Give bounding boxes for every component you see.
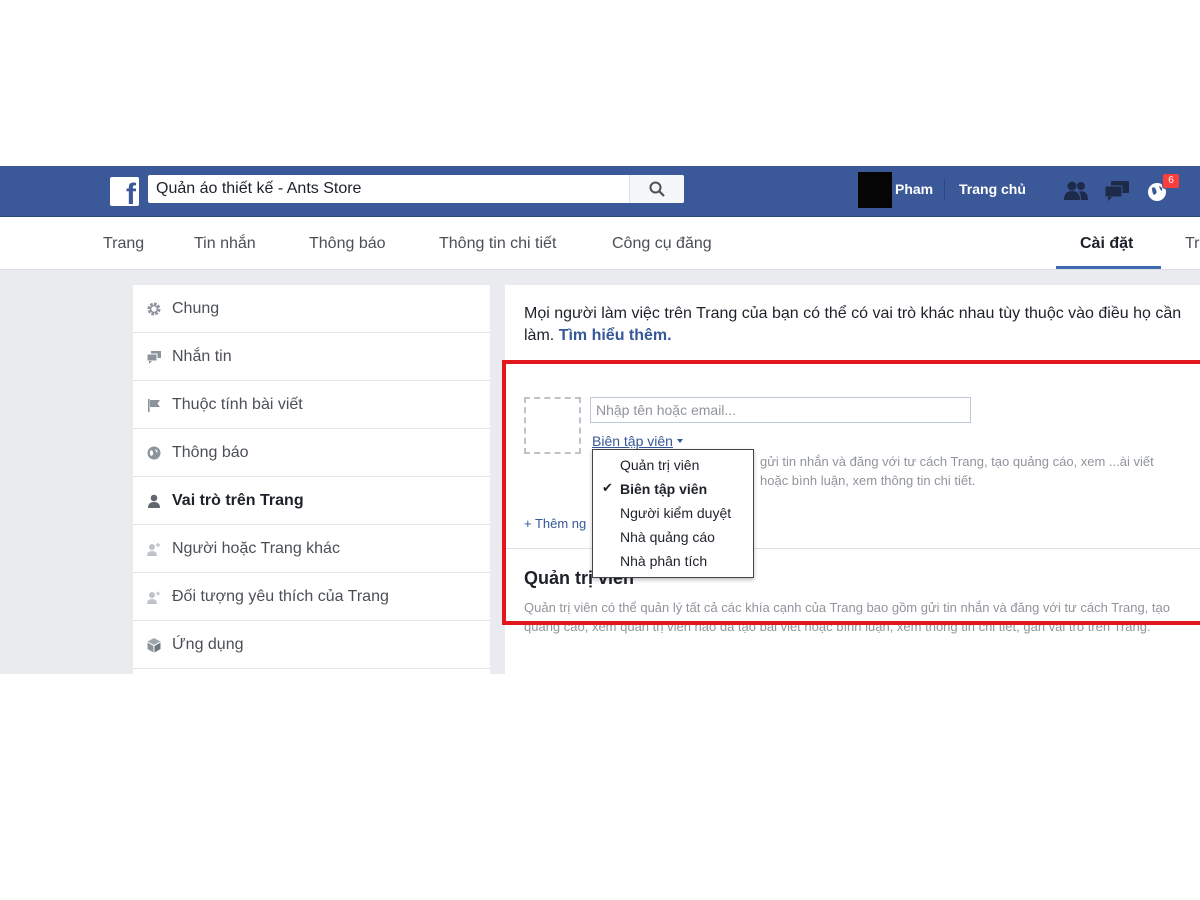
tab-notifications[interactable]: Thông báo [309, 235, 386, 253]
sidebar-item-label: Ứng dụng [172, 636, 244, 653]
active-tab-indicator [1056, 266, 1161, 269]
sidebar-item-preferred-audience[interactable]: Đối tượng yêu thích của Trang [133, 573, 490, 621]
sidebar-item-notifications[interactable]: Thông báo [133, 429, 490, 477]
facebook-logo-icon[interactable]: f [110, 177, 139, 206]
tab-inbox[interactable]: Tin nhắn [194, 235, 256, 253]
person-add-icon [147, 543, 160, 556]
tab-more[interactable]: Tr [1185, 235, 1200, 253]
sidebar-item-general[interactable]: Chung [133, 285, 490, 333]
search-button[interactable] [629, 175, 684, 203]
sidebar-item-messaging[interactable]: Nhắn tin [133, 333, 490, 381]
chat-bubbles-icon [146, 351, 161, 364]
sidebar-item-label: Thông báo [172, 444, 249, 461]
messages-icon[interactable] [1103, 179, 1131, 203]
sidebar-item-label: Chung [172, 300, 220, 317]
tab-insights[interactable]: Thông tin chi tiết [439, 235, 556, 253]
page-roles-intro: Mọi người làm việc trên Trang của bạn có… [524, 303, 1200, 347]
sidebar-item-apps[interactable]: Ứng dụng [133, 621, 490, 669]
search-box [148, 175, 684, 203]
page-tabs: Trang Tin nhắn Thông báo Thông tin chi t… [0, 217, 1200, 270]
learn-more-link[interactable]: Tìm hiểu thêm. [559, 327, 672, 344]
tab-settings[interactable]: Cài đặt [1080, 235, 1133, 253]
search-icon [649, 181, 665, 197]
sidebar-item-label: Người hoặc Trang khác [172, 540, 340, 557]
friend-requests-icon[interactable] [1062, 179, 1090, 203]
sidebar-item-people-and-other-pages[interactable]: Người hoặc Trang khác [133, 525, 490, 573]
tab-publishing-tools[interactable]: Công cụ đăng [612, 235, 712, 253]
gear-icon [147, 302, 161, 316]
top-bar: f Pham Trang chủ [0, 166, 1200, 217]
sidebar-item-label: Vai trò trên Trang [172, 492, 304, 509]
sidebar-item-post-attribution[interactable]: Thuộc tính bài viết [133, 381, 490, 429]
profile-name-link[interactable]: Pham [895, 181, 933, 197]
settings-sidebar: Chung Nhắn tin Thuộc tính bài viết Thông… [133, 285, 490, 674]
notification-count-badge: 6 [1162, 173, 1180, 189]
avatar[interactable] [858, 172, 892, 208]
highlight-annotation-box [502, 360, 1200, 625]
sidebar-item-label: Đối tượng yêu thích của Trang [172, 588, 389, 605]
flag-icon [148, 399, 160, 412]
sidebar-item-label: Thuộc tính bài viết [172, 396, 303, 413]
search-input[interactable] [148, 175, 626, 203]
sidebar-item-label: Nhắn tin [172, 348, 232, 365]
home-link[interactable]: Trang chủ [959, 181, 1026, 197]
divider [944, 180, 945, 200]
cube-icon [147, 638, 161, 653]
tab-page[interactable]: Trang [103, 235, 144, 253]
globe-icon [147, 446, 161, 460]
person-icon [148, 494, 160, 508]
person-star-icon [147, 591, 161, 604]
sidebar-item-page-roles[interactable]: Vai trò trên Trang [133, 477, 490, 525]
